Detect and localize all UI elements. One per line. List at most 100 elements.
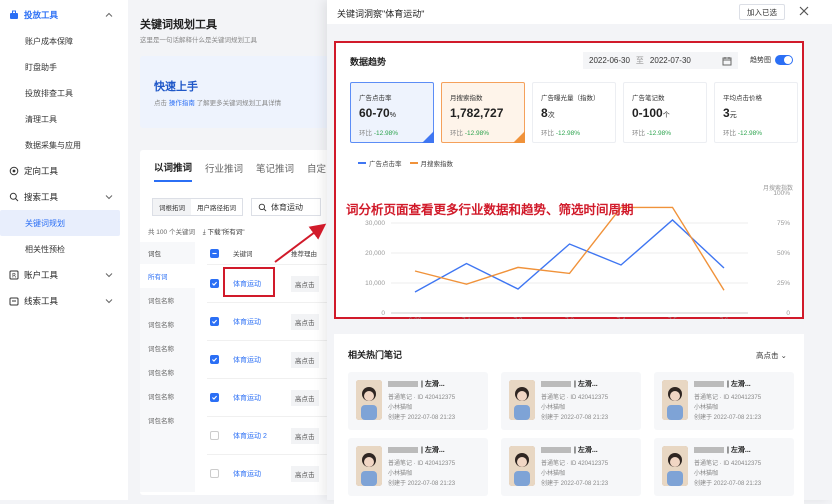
sidebar-group-account-tools[interactable]: R 账户工具 xyxy=(0,262,128,288)
metric-card-impressions[interactable]: 广告曝光量（指数） 8次 环比 -12.98% xyxy=(532,82,616,143)
briefcase-icon xyxy=(9,10,19,20)
package-item[interactable]: 词包名称 xyxy=(140,384,195,408)
note-card[interactable]: | 左滑...普通笔记 · ID 420412375小林猫咖创建于 2022-0… xyxy=(501,372,641,430)
note-author: 小林猫咖 xyxy=(694,402,718,411)
keyword-link[interactable]: 体育运动 xyxy=(233,469,291,479)
package-item[interactable]: 词包名称 xyxy=(140,336,195,360)
row-checkbox[interactable] xyxy=(210,317,219,326)
package-item[interactable]: 词包名称 xyxy=(140,312,195,336)
blurred-text xyxy=(694,447,724,453)
package-item[interactable]: 词包名称 xyxy=(140,408,195,432)
note-title-text: 左滑... xyxy=(425,447,445,454)
note-title: | 左滑... xyxy=(388,445,445,455)
sidebar-item-label: 投放排查工具 xyxy=(25,88,73,99)
row-checkbox[interactable] xyxy=(210,355,219,364)
date-range-picker[interactable]: 2022-06-30 至 2022-07-30 xyxy=(583,52,738,69)
sidebar-group-search-tools[interactable]: 搜索工具 xyxy=(0,184,128,210)
trend-card: 数据趋势 2022-06-30 至 2022-07-30 趋势图 广告点击率 6… xyxy=(334,41,804,319)
x-tick-label: 7.3 xyxy=(565,317,574,319)
note-card[interactable]: | 左滑...普通笔记 · ID 420412375小林猫咖创建于 2022-0… xyxy=(654,372,794,430)
y-right-tick-label: 75% xyxy=(777,220,790,227)
metric-card-ctr[interactable]: 广告点击率 60-70% 环比 -12.98% xyxy=(350,82,434,143)
download-link[interactable]: ⤓ 下载"所有词" xyxy=(203,229,245,236)
metric-unit: % xyxy=(390,112,396,119)
reason-tag: 高点击 xyxy=(291,466,319,482)
change-prefix: 环比 xyxy=(723,130,736,137)
sidebar-item-cost-guarantee[interactable]: 账户成本保障 xyxy=(0,28,128,54)
chevron-down-icon[interactable] xyxy=(104,192,114,202)
seg-path-expand[interactable]: 用户路径拓词 xyxy=(191,199,242,215)
tab-industry-recommend[interactable]: 行业推词 xyxy=(205,153,243,181)
y-right-tick-label: 50% xyxy=(777,250,790,257)
note-card[interactable]: | 左滑...普通笔记 · ID 420412375小林猫咖创建于 2022-0… xyxy=(654,438,794,496)
sidebar-item-troubleshoot[interactable]: 投放排查工具 xyxy=(0,80,128,106)
sidebar-item-keyword-planning[interactable]: 关键词规划 xyxy=(0,210,120,236)
keyword-search-input[interactable]: 体育运动 xyxy=(251,198,321,216)
metric-card-avg-cpc[interactable]: 平均点击价格 3元 环比 -12.98% xyxy=(714,82,798,143)
keyword-link[interactable]: 体育运动 xyxy=(233,393,291,403)
guide-link[interactable]: 操作指南 xyxy=(169,100,195,107)
metric-label: 平均点击价格 xyxy=(723,92,762,102)
keyword-link[interactable]: 体育运动 xyxy=(233,355,291,365)
add-to-selected-button[interactable]: 加入已选 xyxy=(739,4,785,20)
note-author: 小林猫咖 xyxy=(541,402,565,411)
note-id: 普通笔记 · ID 420412375 xyxy=(388,458,455,467)
table-row: 体育运动 高点击 xyxy=(207,378,340,416)
note-thumbnail xyxy=(662,380,688,420)
package-item[interactable]: 词包名称 xyxy=(140,360,195,384)
note-card[interactable]: | 左滑...普通笔记 · ID 420412375小林猫咖创建于 2022-0… xyxy=(348,438,488,496)
note-thumbnail xyxy=(356,446,382,486)
sidebar-group-delivery-tools[interactable]: 投放工具 xyxy=(0,2,128,28)
note-card[interactable]: | 左滑...普通笔记 · ID 420412375小林猫咖创建于 2022-0… xyxy=(348,372,488,430)
row-checkbox[interactable] xyxy=(210,431,219,440)
sidebar-item-label: 账户成本保障 xyxy=(25,36,73,47)
y-right-axis-label: 月搜索指数 xyxy=(763,184,793,192)
keyword-count-row: 共 100 个关键词 ⤓ 下载"所有词" xyxy=(148,226,245,237)
sidebar-item-label: 数据采集与应用 xyxy=(25,140,81,151)
keyword-link[interactable]: 体育运动 2 xyxy=(233,431,291,441)
sort-dropdown[interactable]: 高点击 ⌄ xyxy=(756,350,787,361)
select-all-checkbox[interactable] xyxy=(210,249,219,258)
blurred-text xyxy=(541,381,571,387)
tab-word-recommend[interactable]: 以词推词 xyxy=(154,152,192,182)
chevron-down-icon[interactable] xyxy=(104,296,114,306)
note-card[interactable]: | 左滑...普通笔记 · ID 420412375小林猫咖创建于 2022-0… xyxy=(501,438,641,496)
sidebar-group-targeting-tools[interactable]: 定向工具 xyxy=(0,158,128,184)
tab-custom[interactable]: 自定 xyxy=(307,153,326,181)
sidebar-group-lead-tools[interactable]: 线索工具 xyxy=(0,288,128,314)
note-date: 创建于 2022-07-08 21:23 xyxy=(388,478,455,487)
row-checkbox[interactable] xyxy=(210,279,219,288)
metric-card-search-index[interactable]: 月搜索指数 1,782,727 环比 -12.98% xyxy=(441,82,525,143)
row-checkbox[interactable] xyxy=(210,393,219,402)
sidebar-item-relevance-check[interactable]: 相关性预检 xyxy=(0,236,128,262)
metric-card-ad-notes[interactable]: 广告笔记数 0-100个 环比 -12.98% xyxy=(623,82,707,143)
date-separator: 至 xyxy=(636,55,644,66)
package-item[interactable]: 词包名称 xyxy=(140,288,195,312)
page-subtitle: 这里是一句话解释什么是关键词规划工具 xyxy=(140,34,257,44)
tab-note-recommend[interactable]: 笔记推词 xyxy=(256,153,294,181)
chevron-up-icon[interactable] xyxy=(104,10,114,20)
note-title: | 左滑... xyxy=(541,379,598,389)
sidebar-item-data-collection[interactable]: 数据采集与应用 xyxy=(0,132,128,158)
note-title-text: 左滑... xyxy=(731,381,751,388)
note-thumbnail xyxy=(509,380,535,420)
package-item[interactable]: 所有词 xyxy=(140,264,195,288)
metric-value: 0-100个 xyxy=(632,106,670,120)
row-checkbox[interactable] xyxy=(210,469,219,478)
change-prefix: 环比 xyxy=(359,130,372,137)
note-title-text: 左滑... xyxy=(578,447,598,454)
sidebar-group-label: 搜索工具 xyxy=(24,191,58,203)
page-title: 关键词规划工具 xyxy=(140,16,217,32)
metric-change: 环比 -12.98% xyxy=(723,127,762,137)
trend-toggle-switch[interactable] xyxy=(775,55,793,65)
seg-root-expand[interactable]: 词根拓词 xyxy=(153,199,191,215)
chevron-down-icon[interactable] xyxy=(104,270,114,280)
close-icon[interactable] xyxy=(797,4,811,18)
note-id: 普通笔记 · ID 420412375 xyxy=(694,458,761,467)
keyword-link[interactable]: 体育运动 xyxy=(233,317,291,327)
quickstart-prefix: 点击 xyxy=(154,100,167,107)
sidebar-item-monitor[interactable]: 盯盘助手 xyxy=(0,54,128,80)
note-author: 小林猫咖 xyxy=(388,402,412,411)
reason-tag: 高点击 xyxy=(291,390,319,406)
sidebar-item-cleanup[interactable]: 清理工具 xyxy=(0,106,128,132)
